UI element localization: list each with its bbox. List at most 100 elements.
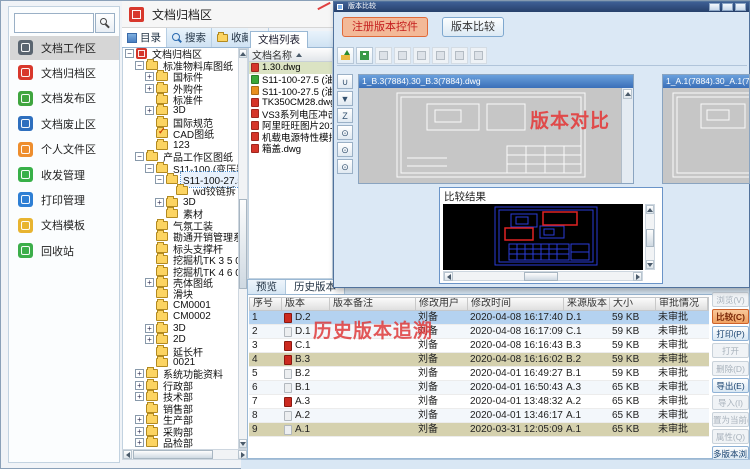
tree-node[interactable]: wd铰链拆 — [123, 185, 238, 196]
preview-scrollbar[interactable] — [621, 88, 633, 184]
view-layer3-icon[interactable]: ⊙ — [337, 159, 353, 174]
doc-item-6[interactable]: 机载电源特性模拟器 — [249, 131, 332, 143]
result-vertical-scrollbar[interactable] — [645, 204, 655, 270]
column-header[interactable]: 版本备注 — [330, 298, 416, 310]
tree-node[interactable]: CAD图纸 — [123, 128, 238, 139]
tree-expander[interactable]: + — [135, 392, 144, 401]
copy-icon[interactable] — [394, 47, 411, 64]
column-header[interactable]: 审批情况 — [656, 298, 708, 310]
scroll-thumb[interactable] — [646, 229, 654, 247]
sidebar-item-3[interactable]: 文档废止区 — [10, 112, 119, 136]
tree-expander[interactable]: + — [145, 84, 154, 93]
tree-node[interactable]: +3D — [123, 323, 238, 334]
delete-button[interactable]: 删除(D) — [712, 361, 749, 376]
column-header[interactable]: 来源版本 — [564, 298, 610, 310]
tree-expander[interactable]: + — [135, 438, 144, 447]
tree-expander[interactable]: + — [145, 278, 154, 287]
tree-expander[interactable]: − — [145, 164, 154, 173]
scroll-thumb[interactable] — [133, 450, 213, 459]
sidebar-item-2[interactable]: 文档发布区 — [10, 86, 119, 110]
compare-result-canvas[interactable] — [443, 204, 643, 270]
open-button[interactable]: 打开 — [712, 343, 749, 358]
search-input[interactable] — [14, 13, 94, 33]
column-header[interactable]: 修改时间 — [468, 298, 564, 310]
tree-expander[interactable]: + — [145, 106, 154, 115]
tab-doc-list[interactable]: 文档列表 — [250, 31, 308, 48]
mail-icon[interactable] — [413, 47, 430, 64]
tree-expander[interactable]: + — [145, 335, 154, 344]
right-preview-canvas[interactable] — [663, 88, 749, 184]
tree-horizontal-scrollbar[interactable] — [122, 449, 248, 460]
tree-expander[interactable]: − — [135, 152, 144, 161]
tree-expander[interactable]: + — [145, 324, 154, 333]
scroll-up-arrow[interactable] — [239, 49, 247, 58]
arrow-down-icon[interactable]: ▼ — [337, 91, 353, 106]
register-version-control-button[interactable]: 注册版本控件 — [342, 17, 428, 37]
scroll-down-arrow[interactable] — [646, 260, 654, 269]
tree-expander[interactable]: − — [135, 61, 144, 70]
preview-icon[interactable] — [432, 47, 449, 64]
tab-directory[interactable]: 目录 — [122, 28, 167, 47]
column-header[interactable]: 大小 — [610, 298, 656, 310]
import-button[interactable]: 导入(I) — [712, 395, 749, 410]
column-header[interactable]: 序号 — [250, 298, 282, 310]
browse-button[interactable]: 浏览(V) — [712, 292, 749, 307]
tree-node[interactable]: 滑块 — [123, 288, 238, 299]
tab-search[interactable]: 搜索 — [167, 28, 212, 47]
print-button[interactable]: 打印(P) — [712, 326, 749, 341]
save-icon[interactable] — [356, 47, 373, 64]
scroll-left-arrow[interactable] — [444, 272, 453, 281]
tree-expander[interactable]: + — [135, 369, 144, 378]
column-header[interactable]: 版本 — [282, 298, 330, 310]
window-titlebar[interactable]: 版本比较 — [334, 2, 749, 12]
history-row-A.1[interactable]: 9A.1刘备2020-03-31 12:05:09A.165 KB未审批 — [249, 423, 709, 437]
doc-item-3[interactable]: TK350CM28.dwg — [249, 97, 332, 109]
tree-node[interactable]: CM0001 — [123, 300, 238, 311]
version-compare-button[interactable]: 版本比较 — [442, 17, 504, 37]
scroll-up-arrow[interactable] — [623, 89, 632, 99]
select-icon[interactable]: ∪ — [337, 74, 353, 89]
sidebar-item-7[interactable]: 文档模板 — [10, 213, 119, 237]
scroll-left-arrow[interactable] — [123, 450, 132, 459]
result-horizontal-scrollbar[interactable] — [443, 271, 643, 281]
sidebar-item-8[interactable]: 回收站 — [10, 239, 119, 263]
open-folder-icon[interactable] — [337, 47, 354, 64]
close-button[interactable] — [735, 3, 746, 11]
minimize-button[interactable] — [709, 3, 720, 11]
print-icon[interactable] — [375, 47, 392, 64]
tree-node[interactable]: CM0002 — [123, 311, 238, 322]
search-button[interactable] — [95, 13, 115, 33]
sidebar-item-1[interactable]: 文档归档区 — [10, 61, 119, 85]
properties-button[interactable]: 属性(Q) — [712, 429, 749, 444]
zoom-icon[interactable]: Z — [337, 108, 353, 123]
history-row-B.2[interactable]: 5B.2刘备2020-04-01 16:49:27B.159 KB未审批 — [249, 367, 709, 381]
tree-expander[interactable]: − — [125, 49, 134, 58]
sidebar-item-6[interactable]: 打印管理 — [10, 188, 119, 212]
tab-preview[interactable]: 预览 — [248, 280, 286, 294]
doc-item-5[interactable]: 阿里旺旺图片201909 — [249, 120, 332, 132]
scroll-down-arrow[interactable] — [239, 439, 247, 448]
set-current-button[interactable]: 置为当前(A) — [712, 412, 749, 427]
maximize-button[interactable] — [722, 3, 733, 11]
doc-item-1[interactable]: S11-100-27.5 (油箱 — [249, 74, 332, 86]
tree-node[interactable]: +品检部 — [123, 437, 238, 448]
history-row-B.1[interactable]: 6B.1刘备2020-04-01 16:50:43A.365 KB未审批 — [249, 381, 709, 395]
history-row-A.2[interactable]: 8A.2刘备2020-04-01 13:46:17A.165 KB未审批 — [249, 409, 709, 423]
scroll-right-arrow[interactable] — [633, 272, 642, 281]
doc-item-7[interactable]: 箱盖.dwg — [249, 143, 332, 155]
left-preview-canvas[interactable] — [359, 88, 633, 184]
tree-expander[interactable]: + — [135, 381, 144, 390]
scroll-thumb[interactable] — [524, 272, 558, 281]
compare-button[interactable]: 比较(C) — [712, 309, 749, 324]
export-button[interactable]: 导出(E) — [712, 378, 749, 393]
sidebar-item-0[interactable]: 文档工作区 — [10, 36, 119, 60]
doc-item-4[interactable]: VS3系列电压冲击模拟 — [249, 108, 332, 120]
view-layer2-icon[interactable]: ⊙ — [337, 142, 353, 157]
scroll-right-arrow[interactable] — [238, 450, 247, 459]
doc-item-2[interactable]: S11-100-27.5 (油箱 — [249, 85, 332, 97]
tree-node[interactable]: 延长杆 — [123, 345, 238, 356]
tree-expander[interactable]: + — [135, 415, 144, 424]
tree-node[interactable]: 标准件 — [123, 94, 238, 105]
sidebar-item-5[interactable]: 收发管理 — [10, 163, 119, 187]
settings-icon[interactable] — [470, 47, 487, 64]
